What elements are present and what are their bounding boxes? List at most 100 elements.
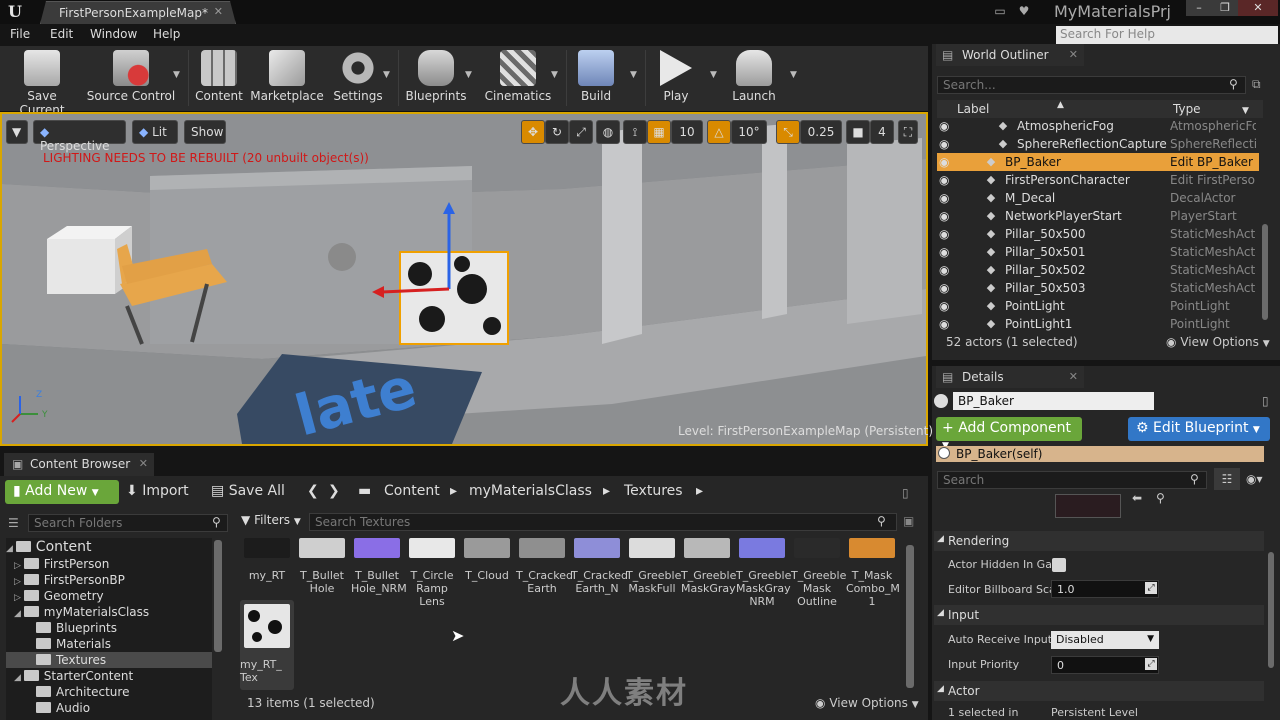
outliner-scrollbar[interactable]: [1262, 224, 1268, 320]
menu-file[interactable]: File: [10, 27, 30, 41]
actor-type[interactable]: Edit BP_Baker: [1170, 153, 1256, 171]
grid-snap-icon[interactable]: ▦: [647, 120, 671, 144]
perspective-button[interactable]: ◆ Perspective: [33, 120, 126, 153]
menu-window[interactable]: Window: [90, 27, 137, 41]
breadcrumb-mymaterialsclass[interactable]: myMaterialsClass: [469, 483, 592, 499]
sprite-thumbnail[interactable]: [1055, 494, 1121, 518]
tree-item-startercontent[interactable]: ◢ StarterContent: [6, 668, 212, 684]
visibility-eye-icon[interactable]: ◉: [939, 279, 953, 297]
marketplace-button[interactable]: Marketplace: [250, 48, 324, 108]
spin-icon[interactable]: ⤢: [1145, 582, 1157, 594]
type-column-header[interactable]: Type: [1173, 102, 1201, 116]
eye-icon[interactable]: ◉▾: [1246, 472, 1263, 486]
outliner-row[interactable]: ◉ ◆ PointLight1 PointLight: [937, 315, 1259, 333]
visibility-eye-icon[interactable]: ◉: [939, 225, 953, 243]
outliner-row[interactable]: ◉ ◆ SphereReflectionCaptureSphereReflectio…: [937, 135, 1259, 153]
edit-blueprint-button[interactable]: ⚙ Edit Blueprint ▼: [1128, 417, 1270, 441]
rotation-snap-value[interactable]: 10°: [731, 120, 767, 144]
asset-tile[interactable]: T_Bullet Hole_NRM: [351, 538, 407, 595]
rotate-mode-icon[interactable]: ↻: [545, 120, 569, 144]
rendering-section-header[interactable]: ◢ Rendering: [934, 531, 1264, 551]
menu-edit[interactable]: Edit: [50, 27, 73, 41]
details-tab[interactable]: ▤ Details ✕: [936, 366, 1084, 388]
settings-button[interactable]: Settings: [330, 48, 386, 108]
outliner-search-input[interactable]: Search...: [937, 76, 1246, 94]
content-button[interactable]: Content: [192, 48, 246, 108]
build-button[interactable]: Build: [572, 48, 620, 108]
tree-item-firstpersonbp[interactable]: ▷ FirstPersonBP: [6, 572, 212, 588]
label-column-header[interactable]: Label: [957, 102, 989, 116]
sources-panel-icon[interactable]: ☰: [8, 516, 19, 530]
use-selected-icon[interactable]: ⬅: [1132, 491, 1142, 505]
folder-search-input[interactable]: Search Folders: [28, 514, 228, 532]
blueprints-dropdown-icon[interactable]: ▼: [465, 70, 472, 80]
outliner-row[interactable]: ◉ ◆ BP_Baker Edit BP_Baker: [937, 153, 1259, 171]
breadcrumb-separator-icon[interactable]: ▸: [696, 483, 703, 499]
visibility-eye-icon[interactable]: ◉: [939, 261, 953, 279]
add-new-button[interactable]: ▮ Add New ▼: [5, 480, 119, 504]
visibility-eye-icon[interactable]: ◉: [939, 297, 953, 315]
visibility-eye-icon[interactable]: ◉: [939, 243, 953, 261]
tree-item-firstperson[interactable]: ▷ FirstPerson: [6, 556, 212, 572]
save-current-button[interactable]: Save Current: [4, 48, 80, 117]
actor-section-header[interactable]: ◢ Actor: [934, 681, 1264, 701]
lock-icon[interactable]: ▯: [1262, 394, 1269, 408]
asset-tile[interactable]: my_RT: [241, 538, 293, 582]
forward-button[interactable]: ❯: [328, 483, 340, 499]
outliner-row[interactable]: ◉ ◆ Pillar_50x502 StaticMeshActor: [937, 261, 1259, 279]
asset-tile[interactable]: T_Cracked Earth_N: [571, 538, 628, 595]
asset-tile[interactable]: T_Greeble MaskGray NRM: [736, 538, 791, 608]
show-button[interactable]: Show: [184, 120, 226, 144]
visibility-eye-icon[interactable]: ◉: [939, 117, 953, 135]
cinematics-dropdown-icon[interactable]: ▼: [551, 70, 558, 80]
camera-speed-icon[interactable]: ■: [846, 120, 870, 144]
source-control-button[interactable]: Source Control: [86, 48, 176, 108]
outliner-row[interactable]: ◉ ◆ Pillar_50x500 StaticMeshActor: [937, 225, 1259, 243]
cinematics-button[interactable]: Cinematics: [484, 48, 552, 108]
folder-tree-scrollbar[interactable]: [214, 540, 222, 652]
save-search-icon[interactable]: ▣: [903, 514, 914, 528]
close-content-browser-icon[interactable]: ✕: [139, 457, 148, 470]
tree-item-architecture[interactable]: Architecture: [6, 684, 212, 700]
play-button[interactable]: Play: [650, 48, 702, 108]
asset-tile[interactable]: T_Cracked Earth: [516, 538, 573, 595]
world-local-icon[interactable]: ◍: [596, 120, 620, 144]
asset-tile[interactable]: T_Greeble MaskGray: [681, 538, 736, 595]
browse-icon[interactable]: ⚲: [1156, 491, 1165, 505]
surface-snap-icon[interactable]: ⟟: [623, 120, 647, 144]
tree-item-mymaterialsclass[interactable]: ◢ myMaterialsClass: [6, 604, 212, 620]
build-dropdown-icon[interactable]: ▼: [630, 70, 637, 80]
tree-item-geometry[interactable]: ▷ Geometry: [6, 588, 212, 604]
tree-item-content[interactable]: ◢ Content: [6, 538, 212, 556]
outliner-row[interactable]: ◉ ◆ FirstPersonCharacter Edit FirstPersonCh…: [937, 171, 1259, 189]
camera-speed-value[interactable]: 4: [870, 120, 894, 144]
asset-search-input[interactable]: Search Textures: [309, 513, 897, 531]
rotation-snap-icon[interactable]: △: [707, 120, 731, 144]
asset-tile[interactable]: T_Mask Combo_M 1: [846, 538, 900, 608]
back-button[interactable]: ❮: [307, 483, 319, 499]
visibility-eye-icon[interactable]: ◉: [939, 315, 953, 333]
cb-view-options-button[interactable]: ◉ View Options ▼: [815, 696, 919, 710]
outliner-row[interactable]: ◉ ◆ AtmosphericFog AtmosphericFog: [937, 117, 1259, 135]
content-browser-tab[interactable]: ▣ Content Browser ✕: [4, 453, 154, 476]
breadcrumb-textures[interactable]: Textures: [624, 483, 683, 499]
viewport-options-dropdown[interactable]: ▼: [6, 120, 28, 144]
selected-asset-tile[interactable]: my_RT_ Tex: [240, 600, 294, 690]
close-outliner-icon[interactable]: ✕: [1069, 48, 1078, 61]
filters-button[interactable]: ▼ Filters ▼: [241, 513, 303, 531]
scale-snap-value[interactable]: 0.25: [800, 120, 842, 144]
tree-item-audio[interactable]: Audio: [6, 700, 212, 716]
tree-item-materials[interactable]: Materials: [6, 636, 212, 652]
menu-help[interactable]: Help: [153, 27, 180, 41]
outliner-row[interactable]: ◉ ◆ M_Decal DecalActor: [937, 189, 1259, 207]
unreal-logo-icon[interactable]: U: [4, 2, 26, 22]
add-component-button[interactable]: + Add Component ▼: [936, 417, 1082, 451]
breadcrumb-separator-icon[interactable]: ▸: [450, 483, 457, 499]
actor-name-field[interactable]: BP_Baker: [953, 392, 1154, 410]
input-priority-field[interactable]: 0: [1051, 656, 1159, 674]
outliner-row[interactable]: ◉ ◆ Pillar_50x501 StaticMeshActor: [937, 243, 1259, 261]
visibility-eye-icon[interactable]: ◉: [939, 189, 953, 207]
grid-snap-value[interactable]: 10: [671, 120, 703, 144]
tree-item-blueprints[interactable]: Blueprints: [6, 620, 212, 636]
spin-icon[interactable]: ⤢: [1145, 658, 1157, 670]
